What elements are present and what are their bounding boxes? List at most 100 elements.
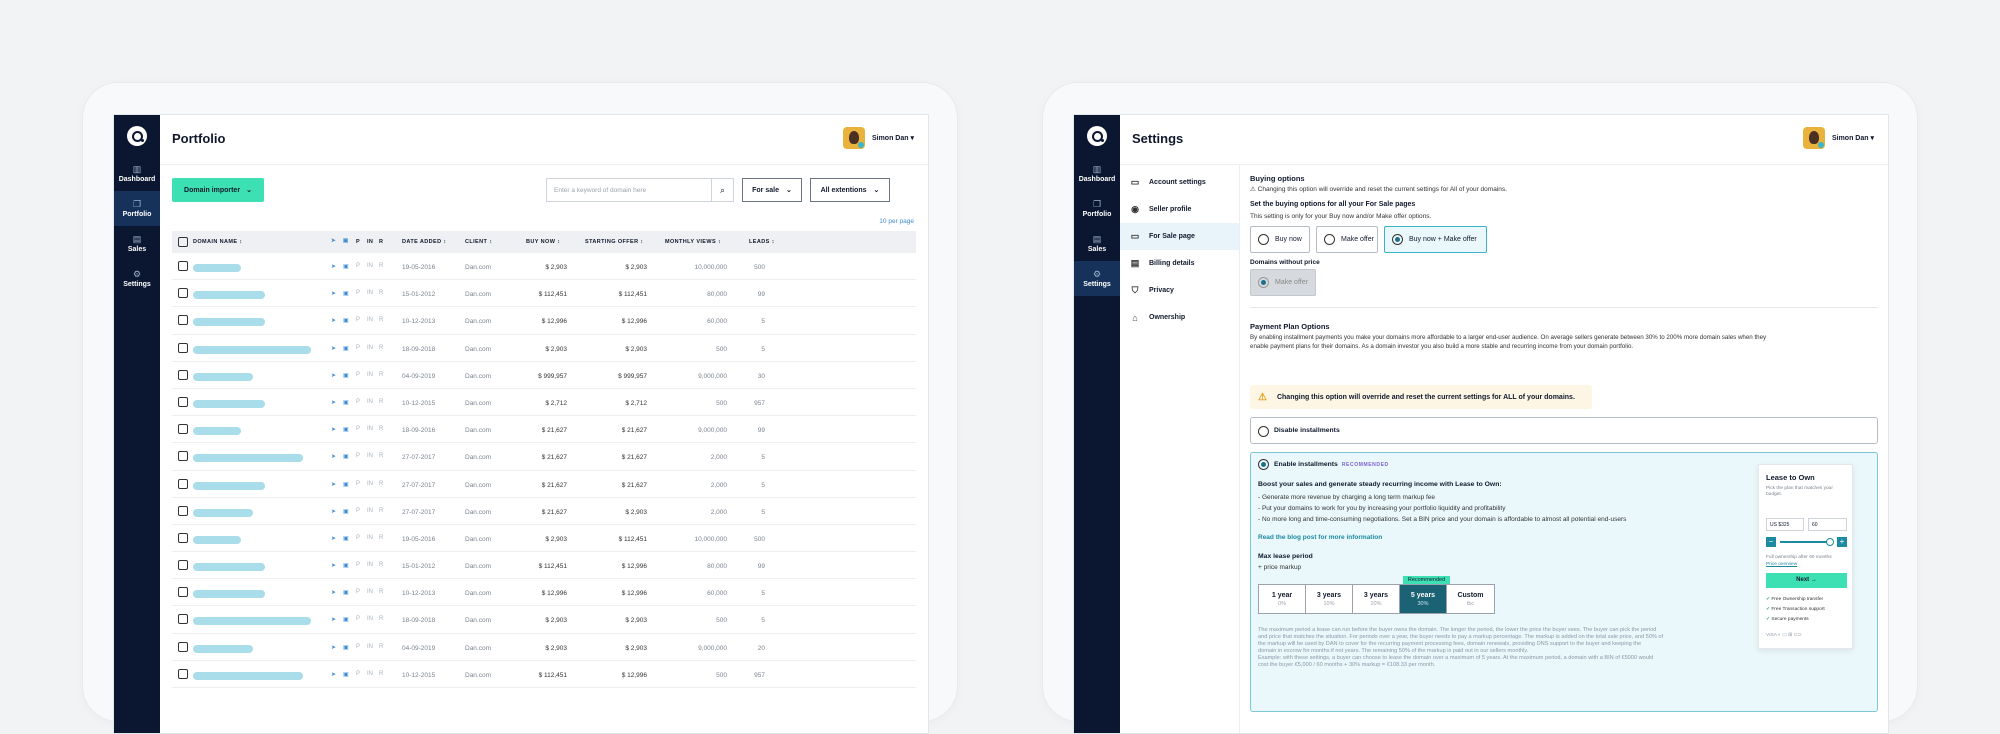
enable-installments-panel[interactable]: Enable installments RECOMMENDED Boost you… xyxy=(1250,452,1878,712)
settings-menu-privacy[interactable]: ⛉ Privacy xyxy=(1120,277,1239,304)
send-icon[interactable]: ➤ xyxy=(331,616,336,623)
domain-name-placeholder[interactable] xyxy=(193,563,265,572)
domain-name-placeholder[interactable] xyxy=(193,508,253,517)
domain-name-placeholder[interactable] xyxy=(193,454,303,463)
mail-icon[interactable]: ▣ xyxy=(343,453,349,460)
row-checkbox[interactable] xyxy=(178,451,188,462)
send-icon[interactable]: ➤ xyxy=(331,372,336,379)
domain-name-placeholder[interactable] xyxy=(193,399,265,408)
make-offer-option[interactable]: Make offer xyxy=(1316,226,1378,253)
settings-menu-billing-details[interactable]: ▤ Billing details xyxy=(1120,250,1239,277)
domain-name-placeholder[interactable] xyxy=(193,345,311,354)
search-icon[interactable]: ⌕ xyxy=(711,179,733,201)
app-logo[interactable] xyxy=(127,126,147,146)
col-buynow[interactable]: BUY NOW ↕ xyxy=(526,239,560,245)
send-icon[interactable]: ➤ xyxy=(331,453,336,460)
extensions-dropdown[interactable]: All extentions ⌄ xyxy=(810,178,890,202)
col-offer[interactable]: STARTING OFFER ↕ xyxy=(585,239,644,245)
mail-icon[interactable]: ▣ xyxy=(343,562,349,569)
months-input[interactable]: 60 xyxy=(1808,518,1847,531)
send-icon[interactable]: ➤ xyxy=(331,399,336,406)
minus-icon[interactable]: − xyxy=(1766,537,1776,547)
buy-now-option[interactable]: Buy now xyxy=(1250,226,1310,253)
mail-icon[interactable]: ▣ xyxy=(343,616,349,623)
col-views[interactable]: MONTHLY VIEWS ↕ xyxy=(665,239,721,245)
plus-icon[interactable]: + xyxy=(1837,537,1847,547)
domain-name-placeholder[interactable] xyxy=(193,427,241,436)
mail-icon[interactable]: ▣ xyxy=(343,345,349,352)
buy-now-make-offer-option[interactable]: Buy now + Make offer xyxy=(1384,226,1487,253)
domain-name-placeholder[interactable] xyxy=(193,617,311,626)
select-all-checkbox[interactable] xyxy=(178,237,188,247)
settings-menu-account-settings[interactable]: ▭ Account settings xyxy=(1120,169,1239,196)
col-client[interactable]: CLIENT ↕ xyxy=(465,239,492,245)
lease-tab-1[interactable]: 3 years 10% xyxy=(1306,585,1353,613)
domain-name-placeholder[interactable] xyxy=(193,535,241,544)
lease-tab-2[interactable]: 3 years 20% xyxy=(1353,585,1400,613)
send-icon[interactable]: ➤ xyxy=(331,263,336,270)
mail-icon[interactable]: ▣ xyxy=(343,426,349,433)
mail-icon[interactable]: ▣ xyxy=(343,481,349,488)
row-checkbox[interactable] xyxy=(178,668,188,679)
row-checkbox[interactable] xyxy=(178,560,188,571)
domain-name-placeholder[interactable] xyxy=(193,644,253,653)
col-domain[interactable]: DOMAIN NAME ↕ xyxy=(193,239,243,245)
send-icon[interactable]: ➤ xyxy=(331,589,336,596)
lease-tab-4[interactable]: Custom tbc xyxy=(1447,585,1494,613)
mail-icon[interactable]: ▣ xyxy=(343,671,349,678)
mail-icon[interactable]: ▣ xyxy=(343,508,349,515)
disable-installments-option[interactable]: Disable installments xyxy=(1250,417,1878,444)
mail-icon[interactable]: ▣ xyxy=(343,644,349,651)
price-input[interactable]: US $325 xyxy=(1766,518,1804,531)
send-icon[interactable]: ➤ xyxy=(331,535,336,542)
domain-name-placeholder[interactable] xyxy=(193,372,253,381)
row-checkbox[interactable] xyxy=(178,478,188,489)
app-logo[interactable] xyxy=(1087,126,1107,146)
nav-item-portfolio[interactable]: ❐ Portfolio xyxy=(1074,191,1120,226)
row-checkbox[interactable] xyxy=(178,261,188,271)
per-page-selector[interactable]: 10 per page xyxy=(879,218,914,225)
mail-icon[interactable]: ▣ xyxy=(343,263,349,270)
row-checkbox[interactable] xyxy=(178,288,188,299)
mail-icon[interactable]: ▣ xyxy=(343,535,349,542)
lease-tab-3[interactable]: 5 years 30% xyxy=(1400,585,1447,613)
nav-item-sales[interactable]: ▤ Sales xyxy=(114,226,160,261)
domain-name-placeholder[interactable] xyxy=(193,291,265,300)
row-checkbox[interactable] xyxy=(178,342,188,353)
lease-slider[interactable]: − + xyxy=(1766,537,1847,547)
search-input[interactable]: Enter a keyword of domain here ⌕ xyxy=(546,178,734,202)
send-icon[interactable]: ➤ xyxy=(331,562,336,569)
row-checkbox[interactable] xyxy=(178,532,188,543)
nav-item-settings[interactable]: ⚙ Settings xyxy=(114,261,160,296)
send-icon[interactable]: ➤ xyxy=(331,345,336,352)
send-icon[interactable]: ➤ xyxy=(331,671,336,678)
domain-name-placeholder[interactable] xyxy=(193,481,265,490)
send-icon[interactable]: ➤ xyxy=(331,426,336,433)
mail-icon[interactable]: ▣ xyxy=(343,372,349,379)
next-button[interactable]: Next → xyxy=(1766,573,1847,588)
row-checkbox[interactable] xyxy=(178,369,188,380)
row-checkbox[interactable] xyxy=(178,424,188,435)
sale-filter-dropdown[interactable]: For sale ⌄ xyxy=(742,178,802,202)
send-icon[interactable]: ➤ xyxy=(331,317,336,324)
mail-icon[interactable]: ▣ xyxy=(343,317,349,324)
price-overview-link[interactable]: Price overview xyxy=(1766,562,1846,568)
domain-name-placeholder[interactable] xyxy=(193,671,303,680)
col-date[interactable]: DATE ADDED ↕ xyxy=(402,239,447,245)
row-checkbox[interactable] xyxy=(178,614,188,625)
nav-item-settings[interactable]: ⚙ Settings xyxy=(1074,261,1120,296)
slider-handle[interactable] xyxy=(1826,538,1834,546)
nav-item-dashboard[interactable]: ▥ Dashboard xyxy=(114,156,160,191)
col-leads[interactable]: LEADS ↕ xyxy=(749,239,775,245)
row-checkbox[interactable] xyxy=(178,505,188,516)
row-checkbox[interactable] xyxy=(178,315,188,326)
mail-icon[interactable]: ▣ xyxy=(343,589,349,596)
settings-menu-seller-profile[interactable]: ◉ Seller profile xyxy=(1120,196,1239,223)
mail-icon[interactable]: ▣ xyxy=(343,290,349,297)
settings-menu-for-sale-page[interactable]: ▭ For Sale page xyxy=(1120,223,1239,250)
domain-name-placeholder[interactable] xyxy=(193,318,265,327)
domain-importer-button[interactable]: Domain importer ⌄ xyxy=(172,178,264,202)
domain-name-placeholder[interactable] xyxy=(193,590,265,599)
row-checkbox[interactable] xyxy=(178,396,188,407)
nav-item-portfolio[interactable]: ❐ Portfolio xyxy=(114,191,160,226)
